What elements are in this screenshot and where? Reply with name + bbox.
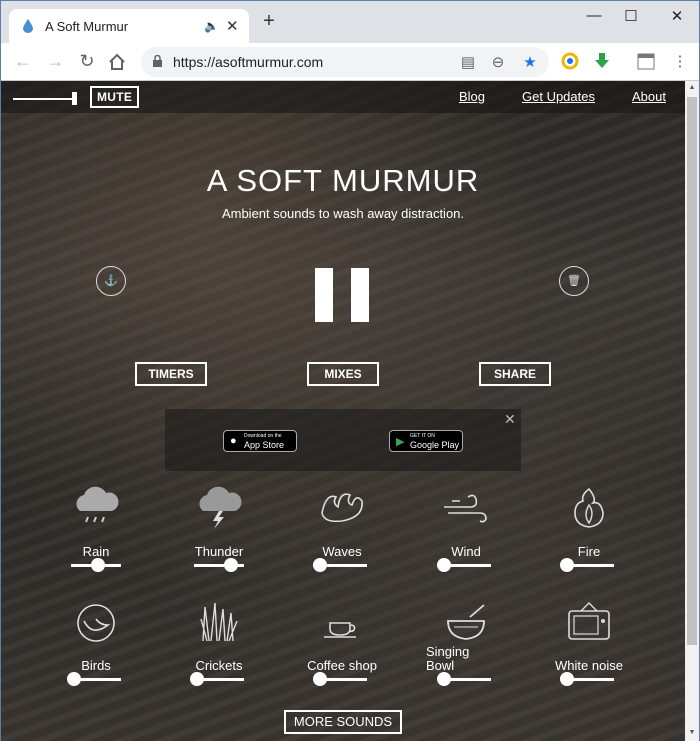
maximize-button[interactable]: ☐ — [621, 7, 641, 25]
volume-slider-handle[interactable] — [224, 558, 238, 572]
zoom-icon[interactable]: ⊖ — [489, 53, 507, 71]
home-icon[interactable] — [108, 53, 126, 71]
sound-label: Waves — [322, 544, 362, 559]
timers-button[interactable]: TIMERS — [135, 362, 207, 386]
more-sounds-button[interactable]: MORE SOUNDS — [284, 710, 402, 734]
thunder-cloud-icon[interactable] — [193, 483, 245, 531]
star-icon[interactable]: ★ — [521, 53, 539, 71]
sound-rain[interactable]: Rain — [36, 483, 156, 593]
sound-singing-bowl[interactable]: Singing Bowl — [406, 597, 526, 707]
sound-coffee-shop[interactable]: Coffee shop — [282, 597, 402, 707]
browser-window: A Soft Murmur 🔈 ✕ + — ☐ ✕ ← → ↻ https://… — [0, 0, 700, 741]
sound-label: Fire — [577, 544, 601, 559]
volume-slider-handle[interactable] — [437, 558, 451, 572]
sound-crickets[interactable]: Crickets — [159, 597, 279, 707]
sound-waves[interactable]: Waves — [282, 483, 402, 593]
volume-slider-handle[interactable] — [313, 558, 327, 572]
download-icon[interactable] — [593, 52, 611, 70]
singing-bowl-icon[interactable] — [440, 597, 492, 645]
reload-icon[interactable]: ↻ — [76, 51, 98, 71]
app-store-badge[interactable]: ● Download on the App Store — [223, 430, 297, 452]
wind-icon[interactable] — [440, 483, 492, 531]
translate-icon[interactable]: ▤ — [459, 53, 477, 71]
pause-bar-left[interactable] — [315, 268, 333, 322]
sound-birds[interactable]: Birds — [36, 597, 156, 707]
app-promo-banner: ● Download on the App Store ▶ GET IT ON … — [165, 409, 521, 471]
scroll-down-icon[interactable]: ▼ — [687, 729, 697, 736]
nav-about[interactable]: About — [632, 89, 666, 104]
sound-thunder[interactable]: Thunder — [159, 483, 279, 593]
waves-icon[interactable] — [316, 483, 368, 531]
apple-icon: ● — [230, 435, 237, 447]
sound-label: Birds — [81, 658, 111, 673]
speaker-icon[interactable]: 🔈 — [204, 19, 219, 33]
site-header: MUTE Blog Get Updates About — [1, 81, 685, 113]
page-content: MUTE Blog Get Updates About A SOFT MURMU… — [1, 81, 685, 741]
mixes-button[interactable]: MIXES — [307, 362, 379, 386]
share-button[interactable]: SHARE — [479, 362, 551, 386]
nav-get-updates[interactable]: Get Updates — [522, 89, 595, 104]
page-subtitle: Ambient sounds to wash away distraction. — [221, 206, 465, 221]
mute-button[interactable]: MUTE — [90, 86, 140, 108]
sound-label: Wind — [451, 544, 481, 559]
volume-slider-handle[interactable] — [91, 558, 105, 572]
droplet-icon — [23, 19, 33, 33]
google-play-badge[interactable]: ▶ GET IT ON Google Play — [389, 430, 463, 452]
nav-blog[interactable]: Blog — [459, 89, 485, 104]
sound-fire[interactable]: Fire — [529, 483, 649, 593]
scrollbar-thumb[interactable] — [687, 97, 697, 645]
sound-label: Thunder — [194, 544, 244, 559]
tab-close-icon[interactable]: ✕ — [226, 17, 239, 35]
page-title: A SOFT MURMUR — [206, 163, 480, 198]
volume-slider-handle[interactable] — [560, 558, 574, 572]
fire-icon[interactable] — [563, 483, 615, 531]
volume-slider-handle[interactable] — [67, 672, 81, 686]
extension-gauge-icon[interactable] — [561, 52, 579, 70]
master-volume-handle[interactable] — [72, 92, 77, 105]
grass-icon[interactable] — [193, 597, 245, 645]
lock-icon — [153, 55, 162, 67]
sound-label: Singing Bowl — [426, 644, 470, 673]
random-mix-icon[interactable]: ⚓ — [96, 266, 126, 296]
menu-kebab-icon[interactable]: ⋮ — [671, 52, 689, 70]
coffee-cup-icon[interactable] — [316, 597, 368, 645]
tab-title: A Soft Murmur — [45, 19, 129, 34]
back-arrow-icon[interactable]: ← — [12, 51, 34, 71]
promo-close-icon[interactable]: ✕ — [504, 411, 516, 428]
master-volume-track[interactable] — [13, 98, 75, 100]
tv-icon[interactable] — [563, 597, 615, 645]
sound-white-noise[interactable]: White noise — [529, 597, 649, 707]
scroll-up-icon[interactable]: ▲ — [687, 84, 697, 91]
trash-icon[interactable]: 🗑 — [559, 266, 589, 296]
sound-label: White noise — [555, 658, 623, 673]
new-tab-button[interactable]: + — [259, 11, 279, 31]
volume-slider-handle[interactable] — [190, 672, 204, 686]
address-bar[interactable]: https://asoftmurmur.com ▤ ⊖ ★ — [141, 47, 549, 77]
sound-label: Rain — [82, 544, 110, 559]
play-icon: ▶ — [396, 436, 405, 448]
browser-toolbar: ← → ↻ https://asoftmurmur.com ▤ ⊖ ★ ⋮ — [1, 43, 699, 81]
forward-arrow-icon[interactable]: → — [44, 51, 66, 71]
volume-slider-handle[interactable] — [560, 672, 574, 686]
calendar-icon[interactable] — [637, 52, 655, 70]
bird-icon[interactable] — [70, 597, 122, 645]
url-text[interactable]: https://asoftmurmur.com — [173, 54, 323, 70]
close-window-button[interactable]: ✕ — [667, 7, 687, 25]
sound-label: Crickets — [195, 658, 243, 673]
rain-cloud-icon[interactable] — [70, 483, 122, 531]
volume-slider-handle[interactable] — [437, 672, 451, 686]
tab-active[interactable]: A Soft Murmur 🔈 ✕ — [9, 9, 249, 43]
tab-strip: A Soft Murmur 🔈 ✕ + — ☐ ✕ — [1, 1, 699, 43]
sound-label: Coffee shop — [307, 658, 377, 673]
volume-slider-handle[interactable] — [313, 672, 327, 686]
minimize-button[interactable]: — — [584, 7, 604, 24]
sound-wind[interactable]: Wind — [406, 483, 526, 593]
pause-bar-right[interactable] — [351, 268, 369, 322]
